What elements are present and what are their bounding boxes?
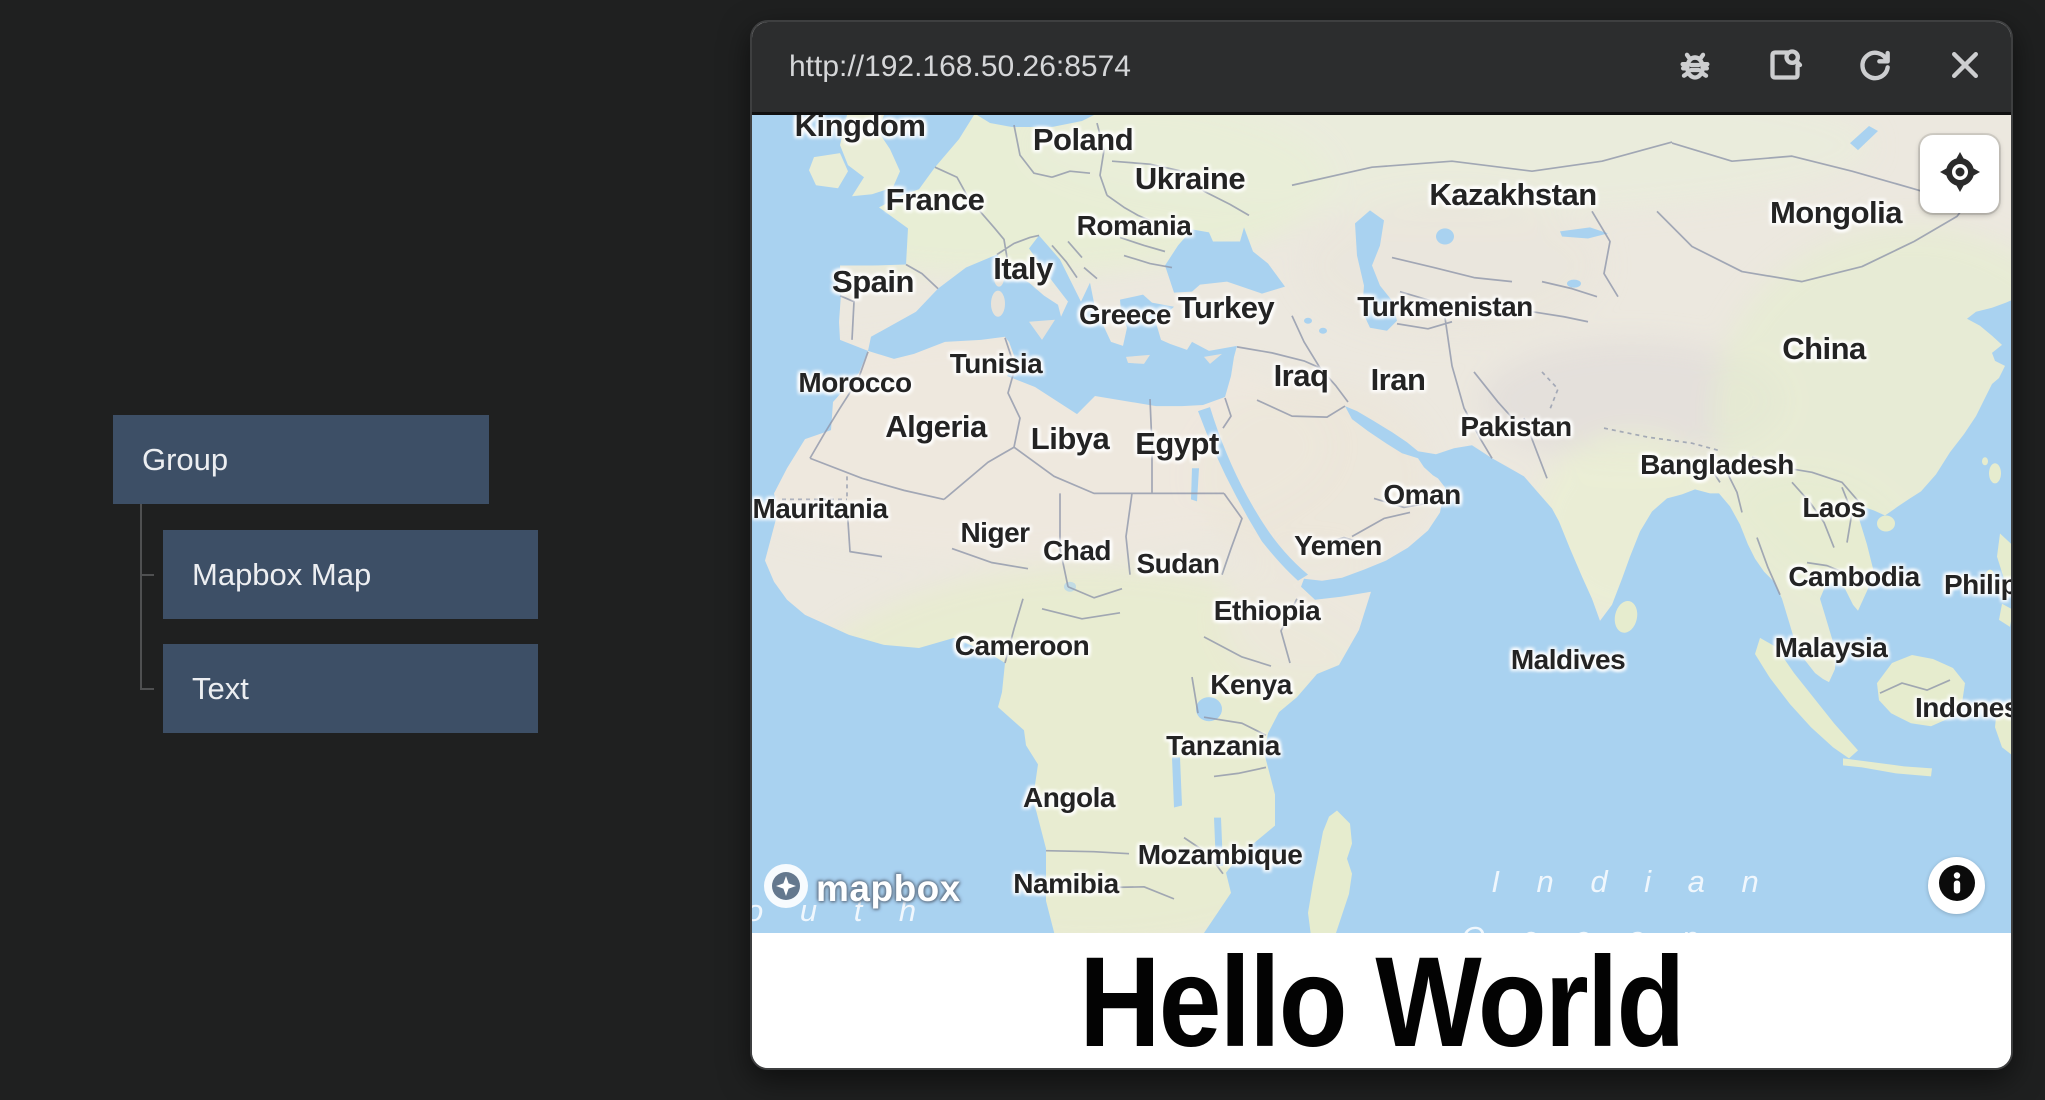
tree-node-label: Text: [192, 671, 249, 707]
map-country-label: Ukraine: [1135, 161, 1245, 197]
map-country-label: France: [886, 182, 985, 218]
map-country-label: Cambodia: [1788, 561, 1919, 593]
map-country-label: Yemen: [1294, 530, 1382, 562]
attribution-info-button[interactable]: [1928, 857, 1985, 914]
map-country-label: Morocco: [798, 367, 911, 399]
mapbox-logo[interactable]: mapbox: [763, 863, 961, 914]
map-country-label: Pakistan: [1460, 411, 1571, 443]
page-body: Hello World: [752, 933, 2011, 1070]
debug-icon: [1675, 45, 1715, 90]
tree-node-mapbox-map[interactable]: Mapbox Map: [163, 530, 538, 619]
map-country-label: Chad: [1043, 535, 1111, 567]
map-country-label: Malaysia: [1775, 632, 1888, 664]
map-country-label: Indonesia: [1915, 692, 2011, 724]
tree-connector-tick: [140, 574, 154, 576]
map-country-label: Ethiopia: [1214, 595, 1320, 627]
map-country-label: Mozambique: [1138, 839, 1303, 871]
map-country-label: China: [1782, 331, 1866, 367]
map-country-label: Poland: [1033, 122, 1133, 158]
url-text: http://192.168.50.26:8574: [752, 50, 1675, 84]
map-country-label: Turkmenistan: [1357, 291, 1533, 323]
map-country-label: Libya: [1031, 421, 1109, 457]
map-country-label: Mauritania: [752, 493, 887, 525]
debug-button[interactable]: [1675, 47, 1715, 87]
map-country-label: Mongolia: [1770, 195, 1902, 231]
map-country-label: Bangladesh: [1640, 449, 1794, 481]
map-country-label: Tanzania: [1166, 730, 1280, 762]
mapbox-logo-icon: [763, 863, 809, 914]
map-country-label: Kingdom: [795, 112, 926, 144]
browser-preview-window: http://192.168.50.26:8574: [750, 20, 2013, 1070]
tree-node-group[interactable]: Group: [113, 415, 489, 504]
map-country-label: Maldives: [1511, 644, 1625, 676]
tree-node-text[interactable]: Text: [163, 644, 538, 733]
map-country-label: Greece: [1079, 299, 1171, 331]
map-country-label: Namibia: [1013, 868, 1118, 900]
map-country-label: Sudan: [1136, 548, 1219, 580]
hello-world-heading: Hello World: [1079, 939, 1683, 1067]
geolocate-button[interactable]: [1920, 135, 1999, 213]
open-preview-button[interactable]: [1765, 47, 1805, 87]
map-country-label: Philippines: [1944, 569, 2011, 601]
reload-icon: [1855, 45, 1895, 90]
map-country-label: Italy: [993, 251, 1053, 287]
map-country-label: Oman: [1383, 479, 1460, 511]
world-map-graphic: [752, 115, 2011, 933]
map-country-label: Turkey: [1178, 290, 1274, 326]
map-country-label: Iran: [1371, 362, 1426, 398]
map-country-label: Tunisia: [950, 348, 1042, 380]
map-country-label: Kenya: [1210, 669, 1292, 701]
map-country-label: Niger: [960, 517, 1029, 549]
map-country-label: Romania: [1077, 210, 1192, 242]
info-icon: [1937, 863, 1977, 908]
reload-button[interactable]: [1855, 47, 1895, 87]
close-icon: [1945, 45, 1985, 90]
map-ocean-label: I n d i a n: [1491, 864, 1773, 900]
map-country-label: Egypt: [1135, 426, 1219, 462]
open-preview-icon: [1765, 45, 1805, 90]
mapbox-logo-text: mapbox: [816, 868, 961, 910]
tree-connector-line: [140, 504, 142, 690]
map-country-label: Algeria: [885, 409, 987, 445]
map-country-label: Laos: [1802, 492, 1865, 524]
map-country-label: Spain: [832, 264, 914, 300]
map-country-label: Iraq: [1274, 358, 1329, 394]
map-country-label: Kazakhstan: [1429, 177, 1596, 213]
mapbox-map-canvas[interactable]: Kingdom PolandUkraine France Kazakhstan Mong…: [752, 112, 2011, 933]
map-country-label: Cameroon: [955, 630, 1089, 662]
tree-node-label: Mapbox Map: [192, 557, 371, 593]
tree-node-label: Group: [142, 442, 228, 478]
titlebar-actions: [1675, 47, 2011, 87]
tree-connector-tick: [140, 688, 154, 690]
map-country-label: Angola: [1023, 782, 1115, 814]
browser-titlebar: http://192.168.50.26:8574: [752, 22, 2011, 112]
geolocate-target-icon: [1937, 149, 1983, 200]
close-button[interactable]: [1945, 47, 1985, 87]
